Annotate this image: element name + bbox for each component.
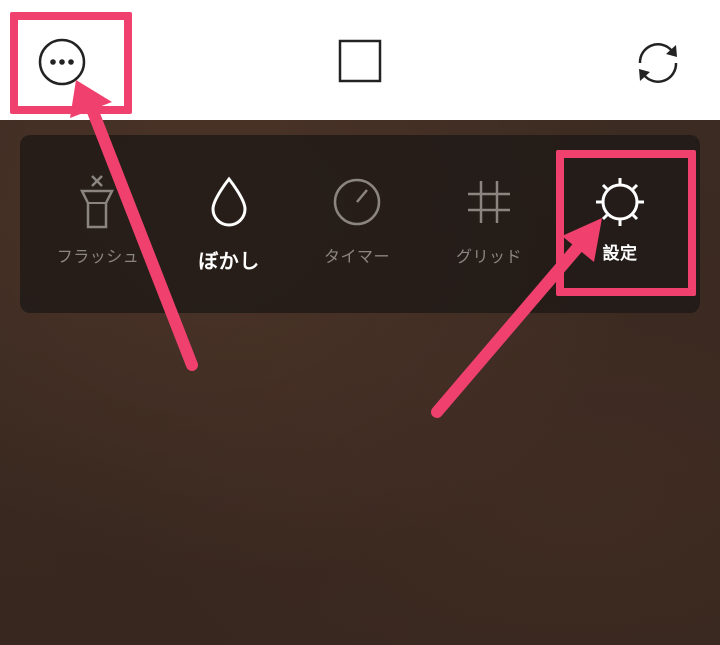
flash-off-icon (68, 175, 128, 229)
timer-label: タイマー (323, 247, 390, 266)
blur-label: ぼかし (198, 249, 260, 273)
blur-option[interactable]: ぼかし (169, 175, 289, 275)
more-highlight-box (10, 12, 132, 114)
settings-highlight-box (556, 150, 696, 296)
camera-flip-icon[interactable] (630, 35, 686, 91)
grid-option[interactable]: グリッド (429, 175, 549, 275)
flash-label: フラッシュ (56, 247, 140, 266)
grid-icon (459, 175, 519, 229)
timer-icon (327, 175, 387, 229)
timer-option[interactable]: タイマー (297, 175, 417, 275)
grid-label: グリッド (455, 247, 522, 266)
flash-option[interactable]: フラッシュ (38, 175, 158, 275)
blur-drop-icon (199, 175, 259, 229)
square-aspect-icon[interactable] (335, 36, 385, 86)
